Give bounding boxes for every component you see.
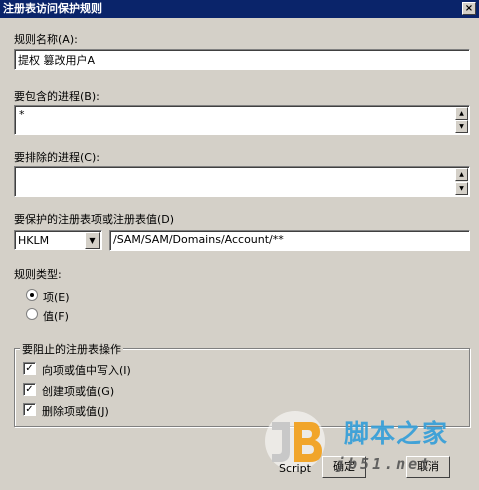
scroll-down-icon[interactable]: ▼ bbox=[455, 120, 468, 133]
exclude-process-label: 要排除的进程(C): bbox=[14, 151, 100, 164]
rule-name-label: 规则名称(A): bbox=[14, 33, 78, 46]
close-icon: × bbox=[464, 3, 474, 14]
check-icon: ✓ bbox=[25, 363, 34, 374]
window-title: 注册表访问保护规则 bbox=[3, 2, 102, 15]
scroll-up-icon[interactable]: ▲ bbox=[455, 168, 468, 181]
check-delete-label[interactable]: 删除项或值(J) bbox=[42, 403, 109, 419]
operations-group-title: 要阻止的注册表操作 bbox=[20, 341, 123, 357]
check-create[interactable]: ✓ bbox=[23, 383, 36, 396]
radio-key[interactable] bbox=[26, 289, 38, 301]
title-bar: 注册表访问保护规则 × bbox=[0, 0, 479, 18]
check-write-label[interactable]: 向项或值中写入(I) bbox=[42, 362, 131, 378]
include-process-label: 要包含的进程(B): bbox=[14, 90, 100, 103]
script-label: Script bbox=[279, 462, 311, 475]
radio-value[interactable] bbox=[26, 308, 38, 320]
radio-value-label[interactable]: 值(F) bbox=[43, 308, 69, 324]
include-process-input[interactable]: * ▲ ▼ bbox=[14, 105, 470, 135]
include-process-value: * bbox=[19, 108, 25, 121]
exclude-process-scrollbar[interactable]: ▲ ▼ bbox=[455, 168, 468, 195]
hive-selected-value: HKLM bbox=[18, 234, 50, 247]
check-create-label[interactable]: 创建项或值(G) bbox=[42, 383, 114, 399]
radio-key-label[interactable]: 项(E) bbox=[43, 289, 70, 305]
check-write[interactable]: ✓ bbox=[23, 362, 36, 375]
radio-selected-dot bbox=[30, 293, 34, 297]
check-delete[interactable]: ✓ bbox=[23, 403, 36, 416]
scroll-down-icon[interactable]: ▼ bbox=[455, 182, 468, 195]
include-process-scrollbar[interactable]: ▲ ▼ bbox=[455, 107, 468, 133]
exclude-process-input[interactable]: ▲ ▼ bbox=[14, 166, 470, 197]
registry-path-input[interactable]: /SAM/SAM/Domains/Account/** bbox=[109, 230, 470, 251]
scroll-up-icon[interactable]: ▲ bbox=[455, 107, 468, 120]
rule-type-label: 规则类型: bbox=[14, 268, 62, 281]
close-button[interactable]: × bbox=[462, 2, 476, 15]
watermark-url: jb51.net bbox=[336, 455, 433, 473]
registry-target-label: 要保护的注册表项或注册表值(D) bbox=[14, 213, 175, 226]
hive-select[interactable]: HKLM ▼ bbox=[14, 230, 102, 250]
check-icon: ✓ bbox=[25, 404, 34, 415]
watermark-site-name: 脚本之家 bbox=[344, 419, 449, 448]
check-icon: ✓ bbox=[25, 384, 34, 395]
chevron-down-icon[interactable]: ▼ bbox=[85, 232, 100, 249]
rule-name-input[interactable]: 提权 篡改用户A bbox=[14, 49, 470, 70]
